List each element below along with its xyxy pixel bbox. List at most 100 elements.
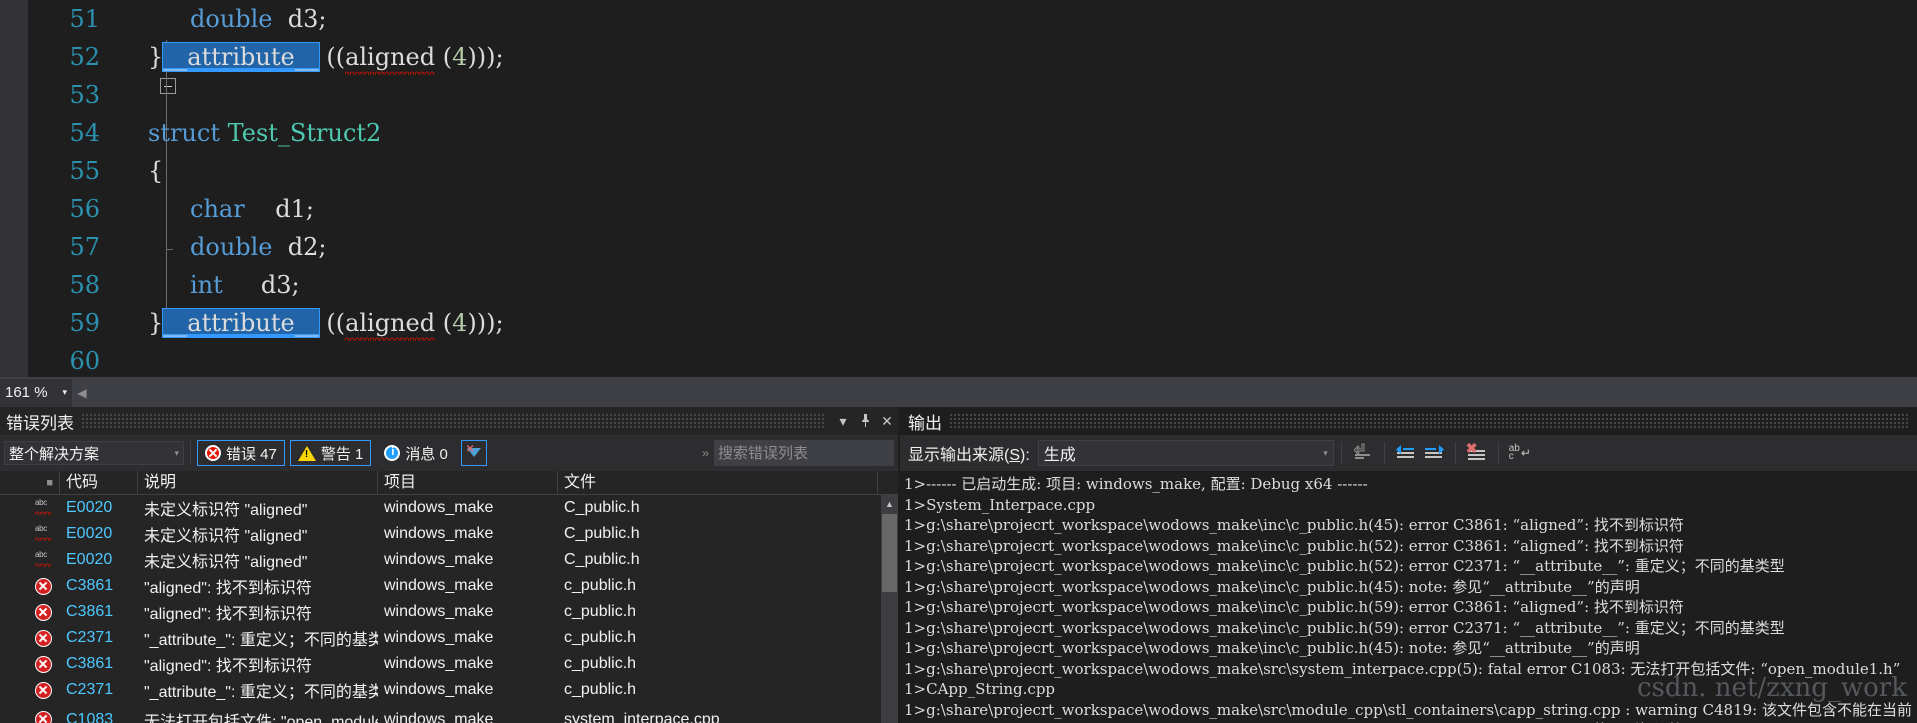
go-to-previous-icon[interactable] bbox=[1392, 440, 1420, 466]
visual-studio-window: 51 double d3; 52}__attribute__ ((aligned (… bbox=[0, 0, 1917, 723]
table-row[interactable]: E0020 未定义标识符 "aligned" windows_make C_publi… bbox=[0, 547, 898, 573]
code-token: } bbox=[148, 309, 164, 337]
code-token: ( bbox=[435, 309, 453, 337]
code-line-text: }__attribute__ ((aligned (4))); bbox=[148, 38, 504, 76]
title-drag-dots[interactable] bbox=[950, 414, 1909, 428]
code-editor[interactable]: 51 double d3; 52}__attribute__ ((aligned (… bbox=[0, 0, 1917, 451]
table-row[interactable]: C3861 "aligned": 找不到标识符 windows_make c_publ… bbox=[0, 573, 898, 599]
row-project-cell: windows_make bbox=[384, 499, 494, 516]
row-file-cell: c_public.h bbox=[564, 577, 637, 594]
toggle-word-wrap-icon[interactable]: ab c ↵ bbox=[1506, 440, 1534, 466]
line-number: 57 bbox=[69, 233, 100, 261]
pin-icon[interactable] bbox=[854, 410, 876, 432]
output-line: 1>g:\share\projecrt_workspace\wodows_mak… bbox=[904, 516, 1684, 534]
output-source-combo[interactable]: 生成 ▾ bbox=[1037, 440, 1334, 466]
code-line[interactable]: 56 char d1; bbox=[0, 190, 1917, 228]
errors-filter-button[interactable]: 错误 47 bbox=[197, 440, 285, 466]
errors-filter-label: 错误 47 bbox=[226, 445, 277, 463]
table-row[interactable]: C2371 "_attribute_": 重定义；不同的基类型 windows_ma… bbox=[0, 677, 898, 703]
row-file-cell: system_interpace.cpp bbox=[564, 710, 720, 723]
search-error-list-box[interactable]: ▾ bbox=[714, 440, 931, 466]
title-drag-dots[interactable] bbox=[82, 414, 824, 428]
table-row[interactable]: E0020 未定义标识符 "aligned" windows_make C_publi… bbox=[0, 521, 898, 547]
table-row[interactable]: C2371 "_attribute_": 重定义；不同的基类型 windows_ma… bbox=[0, 625, 898, 651]
row-file-cell: C_public.h bbox=[564, 525, 640, 542]
warning-icon bbox=[297, 445, 316, 461]
code-token: struct bbox=[148, 119, 220, 147]
code-token: (( bbox=[318, 43, 346, 71]
column-header-project[interactable]: 项目 bbox=[378, 470, 558, 495]
code-line[interactable]: 51 double d3; bbox=[0, 0, 1917, 38]
column-header-file[interactable]: 文件 bbox=[558, 470, 878, 495]
scope-filter-combo[interactable]: 整个解决方案 ▾ bbox=[4, 441, 184, 465]
warnings-filter-button[interactable]: 警告 1 bbox=[289, 440, 372, 466]
row-description-cell: 未定义标识符 "aligned" bbox=[144, 554, 308, 571]
column-header-icon[interactable]: ■ bbox=[0, 470, 60, 495]
table-row[interactable]: C3861 "aligned": 找不到标识符 windows_make c_publ… bbox=[0, 651, 898, 677]
code-line[interactable]: 52}__attribute__ ((aligned (4))); bbox=[0, 38, 1917, 76]
row-project-cell: windows_make bbox=[384, 525, 494, 542]
chevron-down-icon[interactable]: ▾ bbox=[62, 387, 67, 398]
error-squiggle-token: aligned bbox=[345, 304, 436, 342]
close-icon[interactable]: ✕ bbox=[876, 410, 898, 432]
row-description-cell: "_attribute_": 重定义；不同的基类型 bbox=[144, 684, 378, 701]
output-text-area[interactable]: 1>------ 已启动生成: 项目: windows_make, 配置: De… bbox=[900, 471, 1917, 723]
output-line: 1>System_Interpace.cpp bbox=[904, 495, 1096, 514]
code-line[interactable]: 54 struct Test_Struct2 bbox=[0, 114, 1917, 152]
output-line: 1>g:\share\projecrt_workspace\wodows_mak… bbox=[904, 659, 1901, 678]
code-line[interactable]: 55 { bbox=[0, 152, 1917, 190]
code-line[interactable]: 57 double d2; bbox=[0, 228, 1917, 266]
error-icon bbox=[35, 681, 52, 699]
row-code-cell: C2371 bbox=[66, 629, 114, 646]
info-icon bbox=[384, 445, 401, 461]
output-line: 1>g:\share\projecrt_workspace\wodows_mak… bbox=[904, 536, 1684, 555]
clear-filter-button[interactable]: ✕ bbox=[460, 440, 487, 466]
code-token: d1; bbox=[244, 195, 314, 223]
intellisense-error-icon bbox=[35, 524, 52, 543]
error-list-title-bar: 错误列表 ▾ ✕ bbox=[0, 407, 898, 435]
row-description-cell: "_attribute_": 重定义；不同的基类型 bbox=[144, 632, 378, 649]
row-description-cell: 未定义标识符 "aligned" bbox=[144, 528, 308, 545]
row-project-cell: windows_make bbox=[384, 603, 494, 620]
code-line[interactable]: 58 int d3; bbox=[0, 266, 1917, 304]
code-line[interactable]: 53 bbox=[0, 76, 1917, 114]
row-description-cell: 未定义标识符 "aligned" bbox=[144, 502, 308, 519]
error-list-scrollbar[interactable]: ▲ bbox=[881, 495, 898, 723]
scrollbar-thumb[interactable] bbox=[882, 514, 897, 592]
toolbar-separator bbox=[190, 441, 191, 465]
row-project-cell: windows_make bbox=[384, 655, 494, 672]
horizontal-scroll-left-icon[interactable]: ◀ bbox=[72, 379, 92, 407]
jump-to-message-icon[interactable] bbox=[1349, 440, 1377, 466]
code-line[interactable]: 60 bbox=[0, 342, 1917, 380]
row-file-cell: C_public.h bbox=[564, 551, 640, 568]
row-file-cell: c_public.h bbox=[564, 603, 637, 620]
zoom-level-combo[interactable]: 161 % ▾ bbox=[0, 378, 72, 407]
table-row[interactable]: E0020 未定义标识符 "aligned" windows_make C_publi… bbox=[0, 495, 898, 521]
output-toolbar: 显示输出来源(S): 生成 ▾ ✖ ab c ↵ bbox=[900, 435, 1917, 471]
code-token: 4 bbox=[452, 309, 468, 337]
output-line: 1>------ 已启动生成: 项目: windows_make, 配置: De… bbox=[904, 475, 1368, 493]
intellisense-error-icon bbox=[35, 550, 52, 569]
clear-all-icon[interactable]: ✖ bbox=[1463, 440, 1491, 466]
column-header-description[interactable]: 说明 bbox=[138, 470, 378, 495]
scroll-up-icon[interactable]: ▲ bbox=[881, 495, 898, 512]
row-severity-cell bbox=[0, 625, 60, 651]
code-line[interactable]: 59}__attribute__ ((aligned (4))); bbox=[0, 304, 1917, 342]
code-token: 4 bbox=[452, 43, 468, 71]
messages-filter-button[interactable]: 消息 0 bbox=[376, 440, 456, 466]
error-list-rows[interactable]: E0020 未定义标识符 "aligned" windows_make C_publi… bbox=[0, 495, 898, 723]
error-icon bbox=[35, 577, 52, 595]
search-input[interactable] bbox=[718, 444, 917, 462]
panel-menu-icon[interactable]: ▾ bbox=[832, 410, 854, 432]
output-line: 1>g:\share\projecrt_workspace\wodows_mak… bbox=[904, 639, 1640, 657]
table-row[interactable]: C1083 无法打开包括文件: "open_module1.h": No such… bbox=[0, 703, 898, 723]
output-line: 1>g:\share\projecrt_workspace\wodows_mak… bbox=[904, 577, 1640, 596]
error-squiggle-token: aligned bbox=[345, 38, 436, 76]
error-icon bbox=[35, 629, 52, 647]
toolbar-overflow-grip[interactable]: ›› bbox=[702, 446, 709, 460]
go-to-next-icon[interactable] bbox=[1420, 440, 1448, 466]
line-number: 55 bbox=[69, 157, 100, 185]
chevron-down-icon: ▾ bbox=[1323, 447, 1328, 458]
table-row[interactable]: C3861 "aligned": 找不到标识符 windows_make c_publ… bbox=[0, 599, 898, 625]
column-header-code[interactable]: 代码 bbox=[60, 470, 138, 495]
